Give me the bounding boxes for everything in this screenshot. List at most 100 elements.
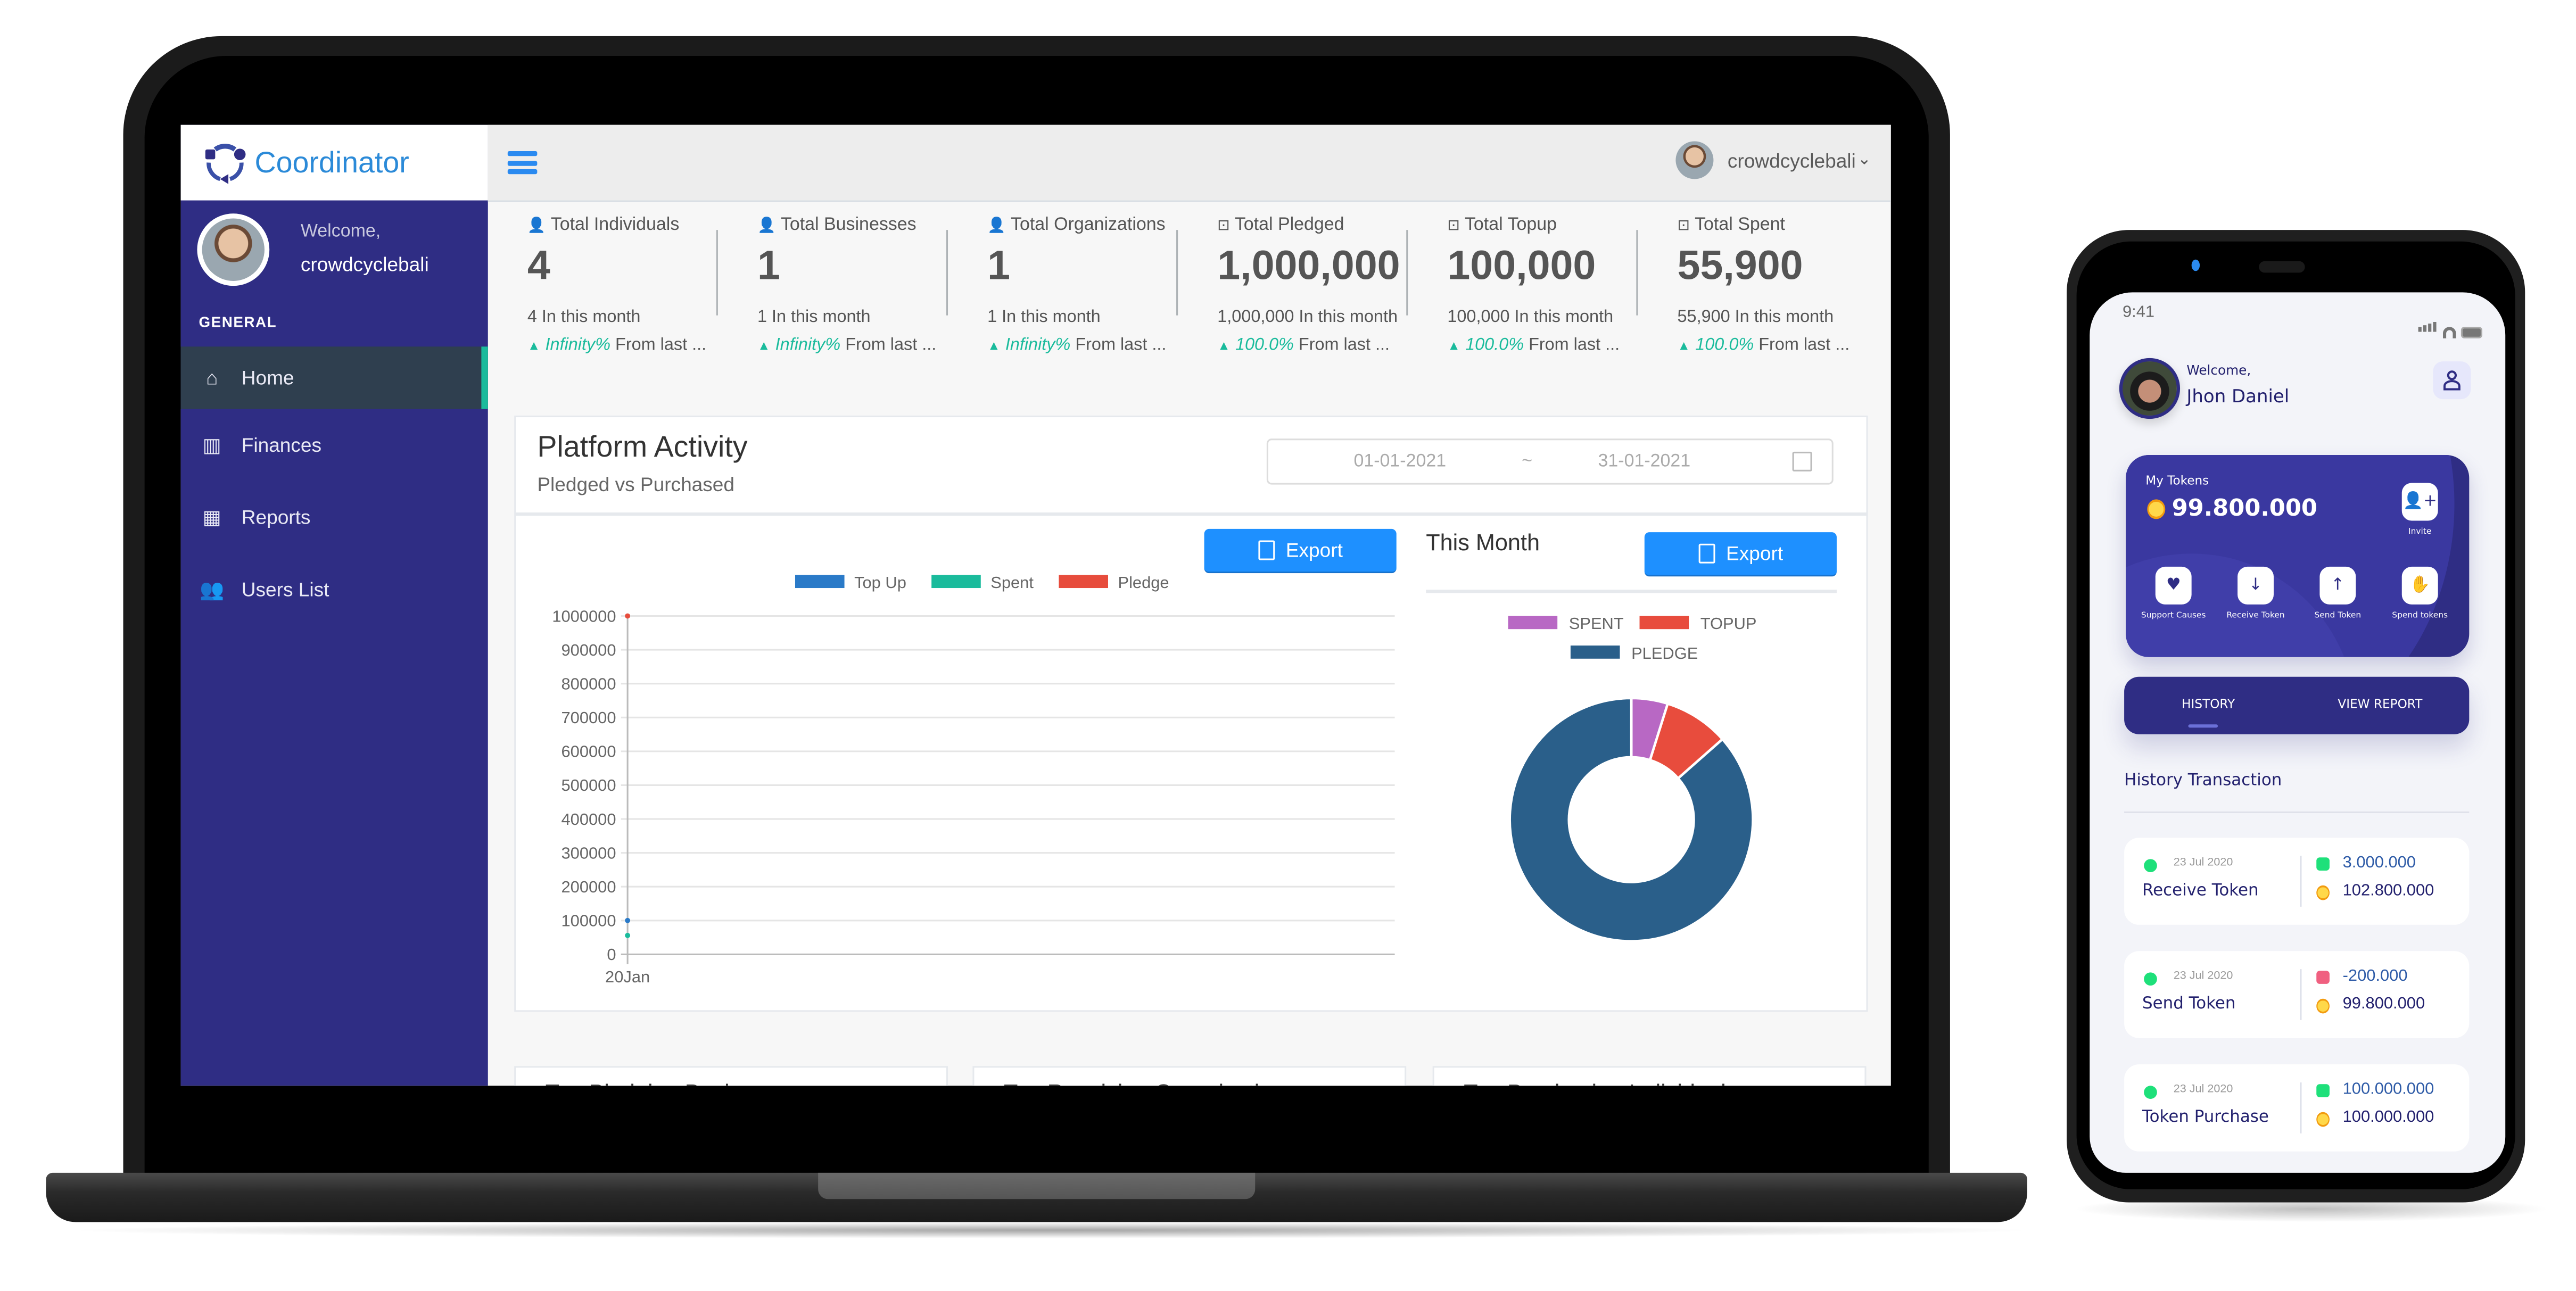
transaction-item[interactable]: 23 Jul 2020 Send Token -200.000 99.800.0…	[2124, 951, 2470, 1038]
wifi-icon	[2442, 327, 2456, 338]
stat-change-text: From last ...	[840, 335, 937, 355]
transaction-item[interactable]: 23 Jul 2020 Receive Token 3.000.000 102.…	[2124, 838, 2470, 925]
stats-row: 👤 Total Individuals 4 4 In this month ▲ In…	[488, 210, 1891, 375]
legend-item: Spent	[931, 573, 1034, 592]
stat-month: 1 In this month	[757, 307, 871, 327]
legend-swatch	[1639, 616, 1689, 630]
y-tick-label: 500000	[562, 776, 616, 795]
stat-value: 1,000,000	[1217, 243, 1400, 289]
y-tick-label: 100000	[562, 912, 616, 930]
stat-month: 100,000 In this month	[1447, 307, 1614, 327]
stat-change-text: From last ...	[1524, 335, 1620, 355]
stat-total-spent: ⊡ Total Spent 55,900 55,900 In this month…	[1638, 210, 1868, 375]
card-title: Top Pledging Businesses	[546, 1079, 803, 1086]
transaction-name: Send Token	[2142, 995, 2236, 1014]
transaction-balance: 100.000.000	[2342, 1108, 2434, 1127]
support-causes-button[interactable]: ♥ Support Causes	[2134, 566, 2213, 621]
save-icon	[1698, 543, 1715, 564]
avatar	[1675, 141, 1713, 179]
signal-icon	[2418, 307, 2438, 338]
welcome-text: Welcome,	[2186, 363, 2251, 378]
stat-change: ▲ Infinity% From last ...	[757, 335, 942, 355]
transaction-name: Receive Token	[2142, 882, 2259, 900]
stat-change-text: From last ...	[1070, 335, 1167, 355]
profile-button[interactable]	[2433, 361, 2471, 400]
calendar-icon	[1792, 451, 1812, 471]
bar-chart-icon: ▥	[202, 433, 221, 457]
check-icon	[2144, 972, 2157, 986]
tab-history[interactable]: HISTORY	[2182, 697, 2235, 711]
legend-label: Spent	[990, 573, 1034, 592]
stat-label: Total Organizations	[1010, 215, 1166, 235]
user-icon: 👤	[527, 217, 546, 234]
sidebar: Coordinator Welcome, crowdcyclebali GENE…	[180, 125, 488, 1086]
coin-icon	[2316, 1112, 2330, 1127]
tokens-amount: 99.800.000	[2147, 496, 2318, 523]
send-token-button[interactable]: ↑ Send Token	[2298, 566, 2377, 621]
date-range-picker[interactable]: 01-01-2021 ~ 31-01-2021	[1266, 438, 1834, 485]
tokens-amount-value: 99.800.000	[2172, 496, 2318, 523]
panel-divider	[516, 512, 1867, 516]
sidebar-username: crowdcyclebali	[300, 253, 429, 276]
stat-change-pct: 100.0%	[1235, 335, 1294, 355]
sidebar-item-finances[interactable]: ▥ Finances	[181, 409, 488, 482]
hamburger-icon[interactable]	[507, 151, 538, 175]
export-month-button[interactable]: Export	[1644, 532, 1837, 577]
stat-month: 55,900 In this month	[1677, 307, 1834, 327]
stat-change-text: From last ...	[1293, 335, 1390, 355]
users-icon: 👥	[200, 578, 225, 601]
spend-tokens-button[interactable]: ✋ Spend tokens	[2381, 566, 2459, 621]
transaction-delta: -200.000	[2342, 967, 2408, 986]
avatar	[197, 213, 270, 286]
invite-button[interactable]: 👤+ Invite	[2381, 483, 2459, 537]
sidebar-item-home[interactable]: ⌂ Home	[180, 346, 488, 409]
export-label: Export	[1726, 542, 1784, 565]
check-icon	[2144, 1086, 2157, 1099]
arrow-down-icon	[2316, 1084, 2330, 1097]
sidebar-item-label: Users List	[241, 578, 329, 601]
stat-month: 1 In this month	[987, 307, 1101, 327]
stat-value: 1	[757, 243, 780, 289]
coin-icon	[2316, 998, 2330, 1014]
arrow-up-icon: ▲	[757, 338, 771, 353]
transaction-item[interactable]: 23 Jul 2020 Token Purchase 100.000.000 1…	[2124, 1064, 2470, 1152]
stat-change-text: From last ...	[1754, 335, 1850, 355]
this-month-title: This Month	[1426, 528, 1540, 556]
stat-label: Total Spent	[1695, 215, 1785, 235]
coordinator-logo-icon	[205, 144, 246, 184]
stat-total-individuals: 👤 Total Individuals 4 4 In this month ▲ In…	[488, 210, 718, 375]
stat-label: Total Individuals	[550, 215, 680, 235]
divider	[2300, 856, 2302, 907]
arrow-down-icon	[2316, 857, 2330, 871]
user-menu[interactable]: crowdcyclebali ⌄	[1675, 141, 1871, 179]
money-icon: ⊡	[1677, 217, 1690, 234]
brand[interactable]: Coordinator	[180, 125, 488, 201]
transaction-date: 23 Jul 2020	[2173, 1084, 2233, 1096]
invite-user-icon: 👤+	[2401, 483, 2438, 521]
export-label: Export	[1285, 539, 1343, 562]
month-divider	[1426, 590, 1837, 593]
sidebar-item-reports[interactable]: ▦ Reports	[181, 481, 488, 553]
sidebar-item-users-list[interactable]: 👥 Users List	[181, 553, 488, 626]
phone-screen: 9:41 Welcome, Jhon Daniel My Tokens 99.8…	[2090, 292, 2506, 1173]
stat-value: 100,000	[1447, 243, 1596, 289]
history-divider	[2124, 811, 2470, 813]
money-icon: ⊡	[1217, 217, 1230, 234]
arrow-up-icon: ▲	[1447, 338, 1460, 353]
stat-change-text: From last ...	[610, 335, 707, 355]
action-label: Receive Token	[2226, 611, 2285, 621]
tab-view-report[interactable]: VIEW REPORT	[2338, 697, 2422, 711]
export-button[interactable]: Export	[1204, 528, 1397, 574]
stat-total-topup: ⊡ Total Topup 100,000 100,000 In this mon…	[1408, 210, 1638, 375]
stat-change-pct: Infinity%	[545, 335, 611, 355]
stat-label: Total Topup	[1464, 215, 1557, 235]
stat-label: Total Pledged	[1234, 215, 1344, 235]
panel-title: Platform Activity	[537, 430, 748, 464]
sidebar-profile: Welcome, crowdcyclebali	[197, 213, 476, 295]
y-tick-label: 400000	[562, 810, 616, 829]
save-icon	[1258, 540, 1275, 560]
money-icon: ⊡	[1447, 217, 1460, 234]
stat-value: 4	[527, 243, 550, 289]
stat-value: 55,900	[1677, 243, 1803, 289]
receive-token-button[interactable]: ↓ Receive Token	[2216, 566, 2295, 621]
